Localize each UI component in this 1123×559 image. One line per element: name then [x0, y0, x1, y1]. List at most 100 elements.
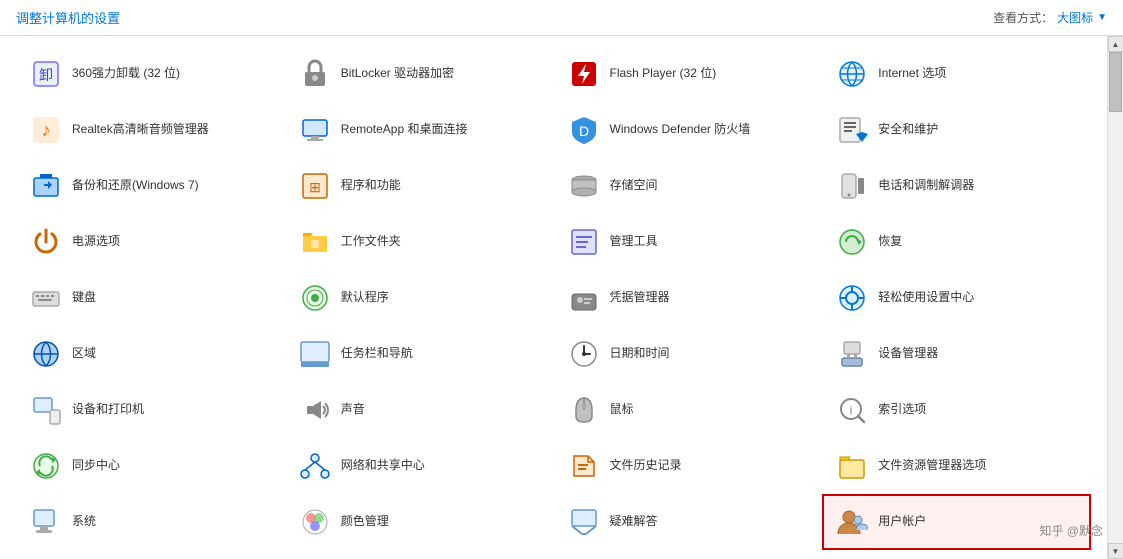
item-label-item-workfolder: 工作文件夹 — [341, 234, 401, 250]
keyboard-icon — [28, 280, 64, 316]
workfolder-icon — [297, 224, 333, 260]
grid-item-item-restore[interactable]: 恢复 — [822, 214, 1091, 270]
item-label-item-color: 颜色管理 — [341, 514, 389, 530]
grid-item-item-mouse[interactable]: 鼠标 — [554, 382, 823, 438]
view-mode-label: 查看方式： — [993, 9, 1053, 26]
page-title[interactable]: 调整计算机的设置 — [16, 8, 120, 27]
grid-item-item-color[interactable]: 颜色管理 — [285, 494, 554, 550]
phone-icon — [834, 168, 870, 204]
item-label-item-storage: 存储空间 — [610, 178, 658, 194]
grid-item-item-storage[interactable]: 存储空间 — [554, 158, 823, 214]
item-label-item-useraccount: 用户帐户 — [878, 514, 926, 530]
svg-text:D: D — [578, 123, 588, 139]
scroll-up-arrow[interactable]: ▲ — [1108, 36, 1123, 52]
item-label-item-security: 安全和维护 — [878, 122, 938, 138]
item-label-item-bitlocker: BitLocker 驱动器加密 — [341, 66, 454, 82]
item-label-item-system: 系统 — [72, 514, 96, 530]
bitlocker-icon — [297, 56, 333, 92]
grid-item-item-programs[interactable]: ⊞程序和功能 — [285, 158, 554, 214]
grid-item-item-taskbar[interactable]: 任务栏和导航 — [285, 326, 554, 382]
credential-icon — [566, 280, 602, 316]
security-icon — [834, 112, 870, 148]
item-label-item-realtek: Realtek高清晰音频管理器 — [72, 122, 209, 138]
item-label-item-mgmt: 管理工具 — [610, 234, 658, 250]
item-label-item-restore: 恢复 — [878, 234, 902, 250]
region-icon — [28, 336, 64, 372]
grid-item-item-ease[interactable]: 轻松使用设置中心 — [822, 270, 1091, 326]
grid-item-item-security[interactable]: 安全和维护 — [822, 102, 1091, 158]
remoteapp-icon — [297, 112, 333, 148]
power-icon — [28, 224, 64, 260]
grid-item-item-region[interactable]: 区域 — [16, 326, 285, 382]
control-panel-grid: 卸360强力卸载 (32 位) BitLocker 驱动器加密 Flash Play… — [0, 36, 1107, 559]
grid-item-item-phone[interactable]: 电话和调制解调器 — [822, 158, 1091, 214]
grid-item-item-index[interactable]: i索引选项 — [822, 382, 1091, 438]
item-label-item-power: 电源选项 — [72, 234, 120, 250]
restore-icon — [834, 224, 870, 260]
grid-item-item-font[interactable]: Aa字体 — [554, 550, 823, 559]
item-label-item-fileexplorer: 文件资源管理器选项 — [878, 458, 986, 474]
grid-item-item-backup[interactable]: 备份和还原(Windows 7) — [16, 158, 285, 214]
grid-item-item-sound[interactable]: 声音 — [285, 382, 554, 438]
grid-item-item-bitlocker[interactable]: BitLocker 驱动器加密 — [285, 46, 554, 102]
item-label-item-remoteapp: RemoteApp 和桌面连接 — [341, 122, 468, 138]
view-mode-value[interactable]: 大图标 — [1057, 9, 1093, 26]
uninstall-icon: 卸 — [28, 56, 64, 92]
scrollbar[interactable]: ▲ ▼ — [1107, 36, 1123, 559]
sound-icon — [297, 392, 333, 428]
watermark: 知乎 @默念 — [1039, 522, 1103, 539]
item-label-item-index: 索引选项 — [878, 402, 926, 418]
grid-item-item-network[interactable]: 网络和共享中心 — [285, 438, 554, 494]
item-label-item-flash: Flash Player (32 位) — [610, 66, 717, 82]
main-area: 卸360强力卸载 (32 位) BitLocker 驱动器加密 Flash Play… — [0, 36, 1123, 559]
grid-item-item-voice[interactable]: 语音识别 — [16, 550, 285, 559]
grid-item-item-autoplay[interactable]: 自动播放 — [285, 550, 554, 559]
grid-item-item-internet[interactable]: Internet 选项 — [822, 46, 1091, 102]
grid-item-item-keyboard[interactable]: 键盘 — [16, 270, 285, 326]
grid-item-item-devices[interactable]: 设备和打印机 — [16, 382, 285, 438]
fileexplorer-icon — [834, 448, 870, 484]
item-label-item-keyboard: 键盘 — [72, 290, 96, 306]
audio-icon: ♪ — [28, 112, 64, 148]
item-label-item-phone: 电话和调制解调器 — [878, 178, 974, 194]
troubleshoot-icon — [566, 504, 602, 540]
taskbar-icon — [297, 336, 333, 372]
grid-item-item-default[interactable]: 默认程序 — [285, 270, 554, 326]
grid-item-item-flash[interactable]: Flash Player (32 位) — [554, 46, 823, 102]
item-label-item-internet: Internet 选项 — [878, 66, 946, 82]
grid-item-item-devmgr[interactable]: 设备管理器 — [822, 326, 1091, 382]
scrollbar-thumb[interactable] — [1109, 52, 1122, 112]
item-label-item-datetime: 日期和时间 — [610, 346, 670, 362]
view-mode-control: 查看方式： 大图标 ▼ — [993, 9, 1107, 26]
color-icon — [297, 504, 333, 540]
devmgr-icon — [834, 336, 870, 372]
scroll-down-arrow[interactable]: ▼ — [1108, 543, 1123, 559]
item-label-item-defender: Windows Defender 防火墙 — [610, 122, 751, 138]
sync-icon — [28, 448, 64, 484]
grid-item-item-troubleshoot[interactable]: 疑难解答 — [554, 494, 823, 550]
item-label-item-sound: 声音 — [341, 402, 365, 418]
grid-item-item-system[interactable]: 系统 — [16, 494, 285, 550]
grid-item-item-sync[interactable]: 同步中心 — [16, 438, 285, 494]
network-icon — [297, 448, 333, 484]
grid-item-item-filehistory[interactable]: 文件历史记录 — [554, 438, 823, 494]
scrollbar-track[interactable] — [1108, 52, 1123, 543]
grid-item-item-fileexplorer[interactable]: 文件资源管理器选项 — [822, 438, 1091, 494]
svg-text:♪: ♪ — [42, 120, 51, 140]
grid-item-item-workfolder[interactable]: 工作文件夹 — [285, 214, 554, 270]
item-label-item-devices: 设备和打印机 — [72, 402, 144, 418]
internet-icon — [834, 56, 870, 92]
grid-item-item-remoteapp[interactable]: RemoteApp 和桌面连接 — [285, 102, 554, 158]
grid-item-item-360[interactable]: 卸360强力卸载 (32 位) — [16, 46, 285, 102]
grid-item-item-datetime[interactable]: 日期和时间 — [554, 326, 823, 382]
grid-item-item-power[interactable]: 电源选项 — [16, 214, 285, 270]
item-label-item-devmgr: 设备管理器 — [878, 346, 938, 362]
chevron-down-icon[interactable]: ▼ — [1097, 12, 1107, 23]
programs-icon: ⊞ — [297, 168, 333, 204]
grid-item-item-mgmt[interactable]: 管理工具 — [554, 214, 823, 270]
grid-item-item-defender[interactable]: D Windows Defender 防火墙 — [554, 102, 823, 158]
grid-item-item-realtek[interactable]: ♪ Realtek高清晰音频管理器 — [16, 102, 285, 158]
grid-item-item-credential[interactable]: 凭据管理器 — [554, 270, 823, 326]
item-label-item-credential: 凭据管理器 — [610, 290, 670, 306]
mouse-icon — [566, 392, 602, 428]
